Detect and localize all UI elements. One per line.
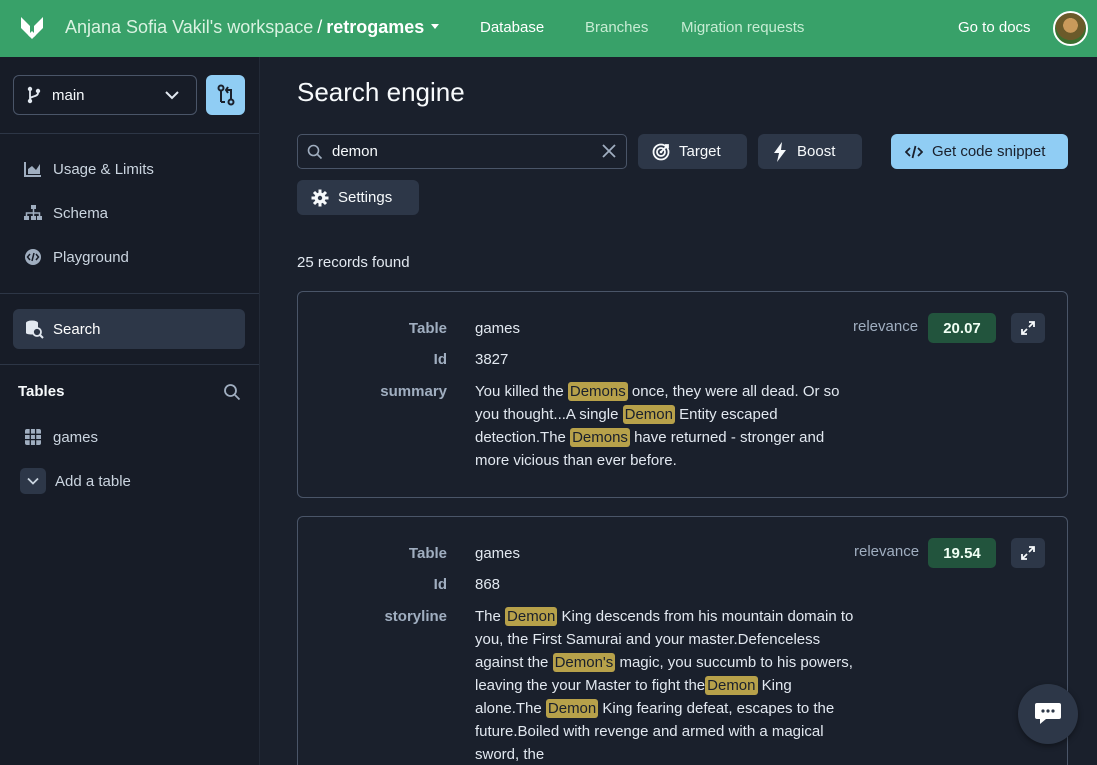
search-highlight: Demons [570, 428, 630, 447]
sidebar-item-label: Playground [53, 248, 129, 266]
text-fragment: You killed the [475, 383, 568, 400]
sidebar-table-games[interactable]: games [24, 428, 98, 446]
field-value-highlighted: You killed the Demons once, they were al… [475, 380, 855, 472]
chat-support-button[interactable] [1018, 684, 1078, 744]
text-fragment: The [475, 608, 506, 625]
expand-record-button[interactable] [1011, 538, 1045, 568]
chat-bubble-icon [1035, 703, 1061, 724]
grid-icon [24, 428, 42, 446]
field-label: Id [433, 576, 447, 593]
branch-name: main [52, 86, 85, 104]
field-label: Id [433, 351, 447, 368]
avatar[interactable] [1053, 11, 1088, 46]
field-label: Table [408, 545, 447, 562]
sidebar-item-label: Search [53, 320, 101, 338]
field-label: summary [380, 383, 447, 400]
workspace-link[interactable]: Anjana Sofia Vakil's workspace [65, 17, 313, 37]
field-value: 868 [475, 576, 501, 593]
search-value: demon [332, 143, 378, 160]
field-value-highlighted: The Demon King descends from his mountai… [475, 605, 855, 765]
breadcrumb: Anjana Sofia Vakil's workspace / retrogame… [65, 17, 440, 38]
sidebar-item-label: Schema [53, 204, 109, 222]
close-icon[interactable] [601, 143, 617, 159]
search-highlight: Demon [705, 676, 758, 695]
hierarchy-icon [24, 204, 42, 222]
target-icon [652, 143, 670, 161]
expand-icon [1021, 321, 1035, 335]
database-selector[interactable]: retrogames [326, 17, 424, 37]
search-highlight: Demon [505, 607, 558, 626]
git-compare-icon [217, 84, 234, 106]
branch-selector[interactable]: main [13, 75, 197, 115]
sidebar-divider [0, 133, 259, 134]
code-brackets-icon [905, 145, 923, 159]
relevance-label: relevance [854, 543, 920, 560]
code-icon [24, 248, 42, 266]
field-value: games [475, 320, 521, 337]
table-label: games [53, 428, 99, 446]
expand-record-button[interactable] [1011, 313, 1045, 343]
target-label: Target [679, 143, 721, 160]
search-highlight: Demon's [552, 653, 616, 672]
boost-label: Boost [797, 143, 836, 160]
sidebar-item-search[interactable]: Search [13, 309, 245, 349]
xata-logo-icon[interactable] [19, 15, 45, 41]
sidebar-item-schema[interactable]: Schema [24, 204, 108, 222]
nav-branches[interactable]: Branches [585, 19, 648, 36]
caret-down-icon[interactable] [431, 23, 440, 29]
gear-icon [311, 189, 329, 207]
branch-icon [27, 86, 41, 104]
relevance-score-badge: 20.07 [928, 313, 996, 343]
sidebar-divider [0, 364, 259, 365]
add-table-button[interactable]: Add a table [20, 468, 131, 494]
boost-button[interactable]: Boost [758, 134, 862, 169]
relevance-label: relevance [853, 318, 919, 335]
compare-branches-button[interactable] [206, 75, 245, 115]
relevance-score-badge: 19.54 [928, 538, 996, 568]
search-input[interactable]: demon [297, 134, 627, 169]
go-to-docs-link[interactable]: Go to docs [958, 19, 1031, 36]
get-code-snippet-button[interactable]: Get code snippet [891, 134, 1068, 169]
field-label: storyline [384, 608, 447, 625]
get-code-snippet-label: Get code snippet [932, 143, 1046, 160]
breadcrumb-separator: / [317, 17, 323, 37]
settings-label: Settings [338, 189, 393, 206]
chevron-down-icon [165, 91, 179, 100]
expand-icon [1021, 546, 1035, 560]
result-card: Table games Id 3827 summary You killed t… [297, 291, 1068, 498]
sidebar-item-label: Usage & Limits [53, 160, 154, 178]
search-highlight: Demons [567, 382, 628, 401]
field-value: 3827 [475, 351, 509, 368]
sidebar: main Usage & Limits Schema Playground Se… [0, 57, 260, 765]
nav-migration-requests[interactable]: Migration requests [681, 19, 804, 36]
field-label: Table [408, 320, 447, 337]
top-bar: Anjana Sofia Vakil's workspace / retrogame… [0, 0, 1097, 57]
page-title: Search engine [297, 77, 465, 107]
sidebar-item-usage[interactable]: Usage & Limits [24, 160, 154, 178]
result-card: Table games Id 868 storyline The Demon K… [297, 516, 1068, 765]
search-icon[interactable] [223, 383, 241, 401]
lightning-icon [772, 141, 788, 162]
chevron-down-icon [20, 468, 46, 494]
search-highlight: Demon [545, 699, 599, 718]
tables-heading: Tables [18, 383, 65, 400]
nav-database[interactable]: Database [480, 19, 544, 36]
sidebar-item-playground[interactable]: Playground [24, 248, 129, 266]
bar-chart-icon [24, 160, 42, 178]
sidebar-divider [0, 293, 259, 294]
records-count: 25 records found [297, 254, 410, 271]
add-table-label: Add a table [55, 472, 131, 490]
search-highlight: Demon [622, 405, 675, 424]
field-value: games [475, 545, 521, 562]
search-icon [307, 144, 323, 159]
settings-button[interactable]: Settings [297, 180, 419, 215]
target-button[interactable]: Target [638, 134, 747, 169]
database-search-icon [26, 320, 44, 339]
